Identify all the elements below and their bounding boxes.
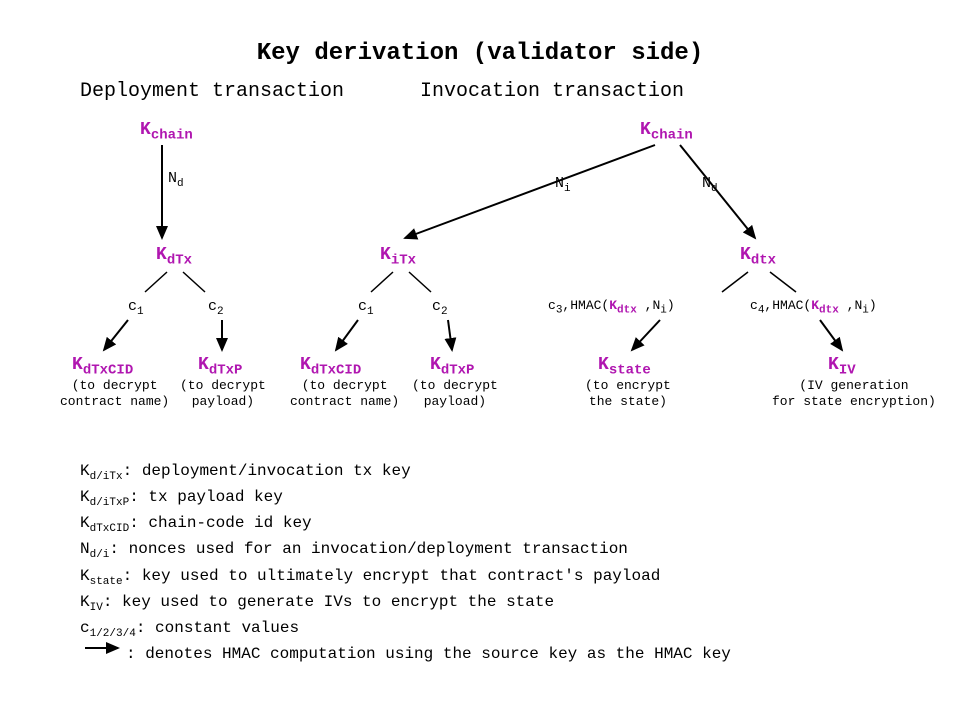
legend-kiv: KIV: key used to generate IVs to encrypt…: [80, 591, 731, 617]
node-kdtxp-left: KdTxP: [198, 355, 242, 379]
edge-label-c1-left: c1: [128, 298, 144, 318]
page-title: Key derivation (validator side): [0, 40, 960, 67]
desc-kdtxcid-right: (to decryptcontract name): [290, 378, 399, 411]
desc-kdtxcid-left: (to decryptcontract name): [60, 378, 169, 411]
node-kchain-right: Kchain: [640, 120, 693, 144]
edge-label-c3-hmac: c3,HMAC(Kdtx ,Ni): [548, 298, 675, 317]
edge-label-Ni: Ni: [555, 175, 571, 195]
desc-kdtxp-right: (to decryptpayload): [412, 378, 498, 411]
node-kchain-left: Kchain: [140, 120, 193, 144]
node-kdtx-left: KdTx: [156, 245, 192, 269]
edge-label-Nd-right: Nd: [702, 175, 718, 195]
legend-c1234: c1/2/3/4: constant values: [80, 617, 731, 643]
legend-kdtxcid: KdTxCID: chain-code id key: [80, 512, 731, 538]
edge-label-c4-hmac: c4,HMAC(Kdtx ,Ni): [750, 298, 877, 317]
legend-kstate: Kstate: key used to ultimately encrypt t…: [80, 565, 731, 591]
node-kitx: KiTx: [380, 245, 416, 269]
subtitle-deployment: Deployment transaction: [80, 80, 344, 103]
node-kstate: Kstate: [598, 355, 651, 379]
legend-kditx: Kd/iTx: deployment/invocation tx key: [80, 460, 731, 486]
node-kdtxcid-left: KdTxCID: [72, 355, 133, 379]
edge-label-Nd-left: Nd: [168, 170, 184, 190]
edge-label-c1-right: c1: [358, 298, 374, 318]
edge-label-c2-right: c2: [432, 298, 448, 318]
subtitle-invocation: Invocation transaction: [420, 80, 684, 103]
legend: Kd/iTx: deployment/invocation tx key Kd/…: [80, 460, 731, 666]
node-kdtx-right: Kdtx: [740, 245, 776, 269]
node-kiv: KIV: [828, 355, 856, 379]
legend-ndi: Nd/i: nonces used for an invocation/depl…: [80, 538, 731, 564]
legend-kditxp: Kd/iTxP: tx payload key: [80, 486, 731, 512]
desc-kstate: (to encryptthe state): [585, 378, 671, 411]
desc-kiv: (IV generationfor state encryption): [772, 378, 936, 411]
edge-label-c2-left: c2: [208, 298, 224, 318]
node-kdtxcid-right: KdTxCID: [300, 355, 361, 379]
node-kdtxp-right: KdTxP: [430, 355, 474, 379]
legend-arrow-desc: : denotes HMAC computation using the sou…: [80, 643, 731, 666]
desc-kdtxp-left: (to decryptpayload): [180, 378, 266, 411]
